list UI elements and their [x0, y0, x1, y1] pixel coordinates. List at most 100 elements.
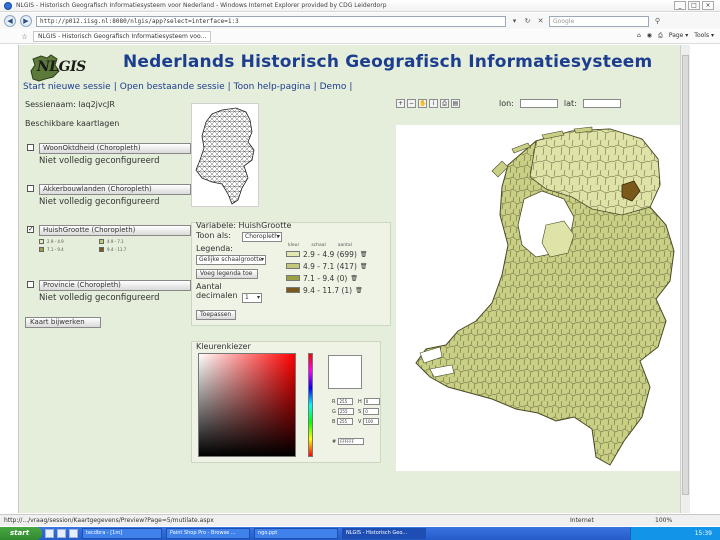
layer-checkbox[interactable]: [27, 281, 34, 288]
tab-bar: ☆ NLGIS - Historisch Geografisch Informa…: [0, 30, 720, 44]
close-icon[interactable]: ×: [702, 1, 714, 10]
taskbar-item[interactable]: ngo.ppt: [254, 528, 338, 539]
legend-header-count: aantal: [337, 243, 352, 248]
layer-button[interactable]: HuishGrootte (Choropleth): [39, 225, 191, 236]
dropdown-icon[interactable]: ▾: [510, 17, 519, 25]
vertical-scrollbar[interactable]: [680, 45, 690, 513]
variable-panel: Variabele: HuishGrootte Toon als: Chorop…: [191, 221, 391, 326]
trash-icon[interactable]: 🗑: [350, 275, 358, 282]
saturation-value-area[interactable]: [198, 353, 296, 457]
home-icon[interactable]: ⌂: [637, 32, 641, 40]
layer-checkbox[interactable]: [27, 185, 34, 192]
variable-label: Variabele: HuishGrootte: [196, 221, 292, 230]
layer-button[interactable]: Provincie (Choropleth): [39, 280, 191, 291]
update-map-button[interactable]: Kaart bijwerken: [25, 317, 101, 328]
legend-range: 9.4 - 11.7 (1): [303, 285, 353, 295]
refresh-icon[interactable]: ↻: [523, 17, 532, 25]
command-bar: ⌂ ◉ ⎙ Page ▾ Tools ▾: [637, 32, 714, 40]
map-toolbar: + − ✋ i ⎙ ▤: [396, 99, 460, 108]
legend-header-color: kleur: [288, 243, 300, 248]
favorites-star-icon[interactable]: ☆: [20, 33, 29, 41]
system-tray: 15:39: [630, 527, 720, 540]
legend-swatch[interactable]: [286, 287, 300, 293]
scrollbar-thumb[interactable]: [682, 55, 689, 495]
layer-checkbox-checked[interactable]: ✓: [27, 226, 34, 233]
decimals-label-2: decimalen: [196, 291, 238, 300]
legend-swatch[interactable]: [286, 275, 300, 281]
trash-icon[interactable]: 🗑: [355, 287, 363, 294]
layer-button[interactable]: WoonOktdheid (Choropleth): [39, 143, 191, 154]
trash-icon[interactable]: 🗑: [360, 263, 368, 270]
decimals-field[interactable]: 1: [242, 293, 262, 303]
quicklaunch-icon[interactable]: [57, 529, 66, 538]
logo-text: NLGIS: [37, 59, 86, 75]
legend-select[interactable]: Gelijke schaalgrootte: [196, 255, 266, 265]
status-text: http://.../vraag/session/Kaartgegevens/P…: [4, 517, 214, 524]
status-zoom[interactable]: 100%: [655, 515, 672, 526]
swatch: [99, 239, 104, 244]
menu-item-start[interactable]: Start nieuwe sessie: [23, 82, 111, 92]
lat-field: [582, 99, 621, 108]
show-as-label: Toon als:: [196, 231, 231, 240]
show-as-select[interactable]: Choropleth: [242, 232, 282, 242]
legend-range: 2.9 - 4.9 (699): [303, 249, 357, 259]
taskbar-item[interactable]: tecdbra - [1m]: [82, 528, 162, 539]
maximize-icon[interactable]: □: [688, 1, 700, 10]
stop-icon[interactable]: ✕: [536, 17, 545, 25]
menu-item-demo[interactable]: Demo: [320, 82, 347, 92]
lat-label: lat:: [563, 99, 577, 108]
info-icon[interactable]: i: [429, 99, 438, 108]
swatch: [99, 247, 104, 252]
decimals-label: Aantal: [196, 282, 222, 291]
value-field: V 100: [358, 418, 380, 425]
choropleth-map[interactable]: [396, 125, 682, 471]
apply-button[interactable]: Toepassen: [196, 310, 236, 320]
trash-icon[interactable]: 🗑: [360, 251, 368, 258]
forward-button[interactable]: ▶: [20, 15, 32, 27]
color-picker-title: Kleurenkiezer: [196, 342, 251, 351]
quicklaunch-icon[interactable]: [69, 529, 78, 538]
tools-menu[interactable]: Tools ▾: [694, 32, 714, 40]
legend-swatch[interactable]: [286, 251, 300, 257]
color-preview: [328, 355, 362, 389]
legend-range: 7.1 - 9.4 (0): [303, 273, 348, 283]
minimize-icon[interactable]: _: [674, 1, 686, 10]
quicklaunch-icon[interactable]: [45, 529, 54, 538]
mini-legend-item: 4.9 - 7.1: [99, 239, 159, 244]
nlgis-logo: NLGIS: [27, 53, 117, 83]
layers-title: Beschikbare kaartlagen: [25, 119, 120, 128]
overview-map[interactable]: [191, 103, 259, 207]
zoom-in-icon[interactable]: +: [396, 99, 405, 108]
search-input[interactable]: Google: [549, 15, 649, 27]
hue-field: H0: [358, 398, 380, 405]
window-controls: _ □ ×: [674, 1, 714, 10]
swatch: [39, 239, 44, 244]
pan-hand-icon[interactable]: ✋: [418, 99, 427, 108]
save-icon[interactable]: ▤: [451, 99, 460, 108]
url-field[interactable]: http://p012.iisg.nl:8080/nlgis/app?selec…: [36, 15, 506, 27]
feeds-icon[interactable]: ◉: [647, 32, 652, 40]
back-button[interactable]: ◀: [4, 15, 16, 27]
add-legend-button[interactable]: Voeg legenda toe: [196, 269, 258, 279]
legend-swatch[interactable]: [286, 263, 300, 269]
hue-slider[interactable]: [308, 353, 313, 457]
print-icon[interactable]: ⎙: [658, 32, 663, 40]
tab-nlgis[interactable]: NLGIS - Historisch Geografisch Informati…: [33, 31, 212, 42]
menu-item-open[interactable]: Open bestaande sessie: [120, 82, 225, 92]
taskbar-item-active[interactable]: NLGIS - Historisch Geo...: [342, 528, 426, 539]
page-menu[interactable]: Page ▾: [669, 32, 688, 40]
taskbar-item[interactable]: Paint Shop Pro - Browse ...: [166, 528, 250, 539]
search-icon[interactable]: ⚲: [653, 17, 662, 25]
zoom-out-icon[interactable]: −: [407, 99, 416, 108]
layer-checkbox[interactable]: [27, 144, 34, 151]
print-map-icon[interactable]: ⎙: [440, 99, 449, 108]
menu-item-help[interactable]: Toon help-pagina: [234, 82, 311, 92]
netherlands-map-drawing: [415, 126, 675, 466]
menu-separator: |: [313, 82, 317, 92]
menu-separator: |: [349, 82, 353, 92]
start-button[interactable]: start: [0, 527, 42, 540]
layer-status: Niet volledig geconfigureerd: [39, 156, 160, 166]
layer-button[interactable]: Akkerbouwlanden (Choropleth): [39, 184, 191, 195]
legend-row: 2.9 - 4.9 (699) 🗑: [286, 248, 390, 260]
swatch: [39, 247, 44, 252]
